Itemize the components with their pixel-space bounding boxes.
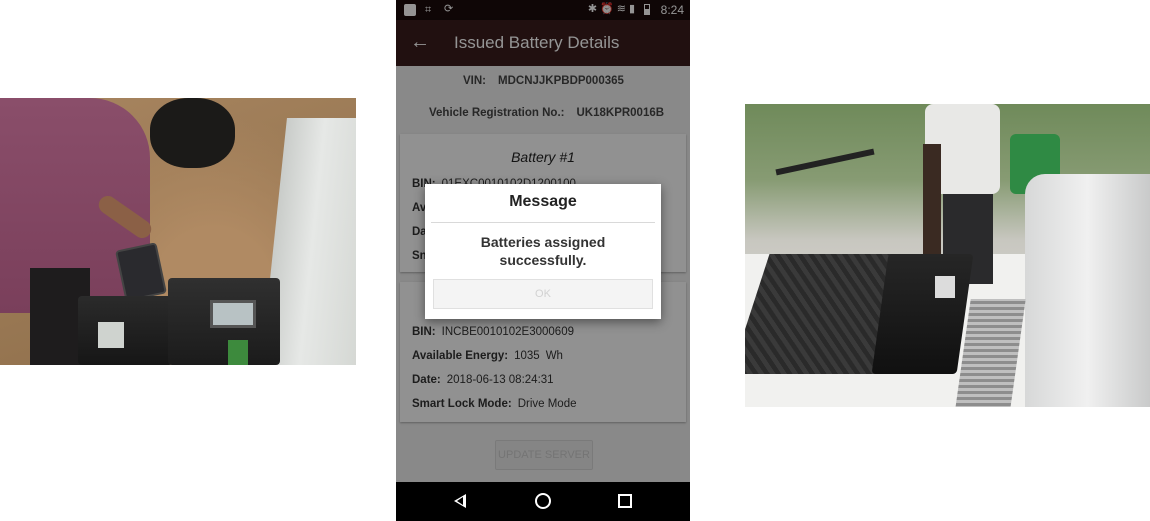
green-sticker [228, 340, 248, 365]
dialog-divider [431, 222, 655, 223]
photo-battery-install [745, 104, 1150, 407]
battery-label-sticker [935, 276, 955, 298]
navigation-bar [396, 482, 690, 521]
vehicle-seat [1025, 174, 1150, 407]
nav-home-icon[interactable] [535, 493, 551, 509]
handlebar [775, 148, 875, 176]
nav-recents-icon[interactable] [618, 494, 632, 508]
battery-unit [871, 254, 974, 374]
person-head [150, 98, 235, 168]
photo-battery-scan [0, 98, 356, 365]
message-dialog: Message Batteries assigned successfully.… [425, 184, 661, 319]
phone-screen: ⌗ ⟳ ✱⏰≋▮ 8:24 ← Issued Battery Details V… [396, 0, 690, 521]
nav-back-icon[interactable] [454, 494, 466, 508]
dialog-title: Message [509, 193, 577, 210]
battery-unit-small [78, 296, 173, 365]
qr-sticker [98, 322, 124, 348]
station-display [210, 300, 256, 328]
ok-button[interactable]: OK [433, 279, 653, 309]
charging-station [168, 278, 280, 365]
dialog-message: Batteries assigned successfully. [480, 234, 606, 268]
person-arm [923, 144, 941, 254]
